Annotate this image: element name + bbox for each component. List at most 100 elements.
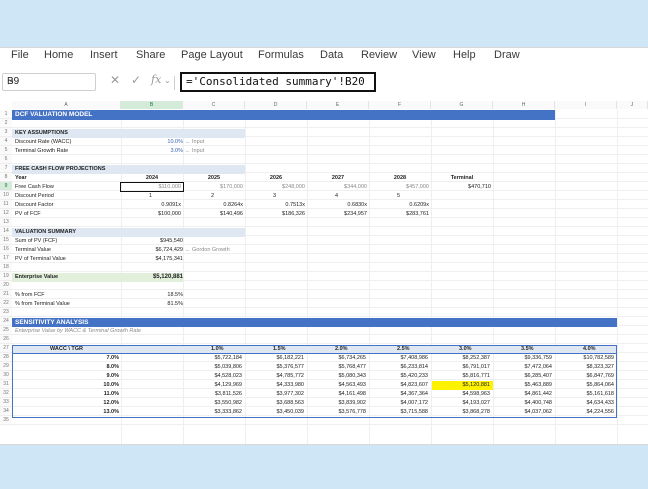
discount-period-value[interactable]: 4 — [335, 192, 338, 200]
year-header[interactable]: Terminal — [431, 174, 493, 182]
row-header-12[interactable]: 12 — [0, 209, 12, 218]
menu-view[interactable]: View — [412, 49, 436, 61]
pv-terminal-value[interactable]: $4,175,341 — [121, 255, 183, 263]
column-header-f[interactable]: F — [369, 101, 431, 109]
row-header-14[interactable]: 14 — [0, 227, 12, 236]
year-header[interactable]: 2028 — [369, 174, 431, 182]
column-header-i[interactable]: I — [555, 101, 617, 109]
row-header-1[interactable]: 1 — [0, 110, 12, 119]
function-icon[interactable]: fx — [151, 73, 161, 86]
tgr-value[interactable]: 3.0% — [121, 147, 183, 155]
year-header[interactable]: 2026 — [245, 174, 307, 182]
year-header[interactable]: 2027 — [307, 174, 369, 182]
row-header-9[interactable]: 9 — [0, 182, 12, 191]
pv-fcf-value[interactable]: $100,000 — [119, 210, 181, 218]
pct-tv-value[interactable]: 81.5% — [121, 300, 183, 308]
row-header-21[interactable]: 21 — [0, 290, 12, 299]
fcf-value[interactable]: $344,000 — [305, 183, 367, 191]
discount-factor-value[interactable]: 0.6209x — [367, 201, 429, 209]
pv-fcf-value[interactable]: $283,761 — [367, 210, 429, 218]
fcf-value[interactable]: $248,000 — [243, 183, 305, 191]
menu-review[interactable]: Review — [361, 49, 397, 61]
pv-fcf-value[interactable]: $234,957 — [305, 210, 367, 218]
row-header-10[interactable]: 10 — [0, 191, 12, 200]
row-header-17[interactable]: 17 — [0, 254, 12, 263]
row-header-35[interactable]: 35 — [0, 416, 12, 425]
row-header-26[interactable]: 26 — [0, 335, 12, 344]
enterprise-value-value[interactable]: $5,120,881 — [121, 273, 183, 281]
row-header-7[interactable]: 7 — [0, 164, 12, 173]
row-header-27[interactable]: 27 — [0, 344, 12, 353]
row-header-6[interactable]: 6 — [0, 155, 12, 164]
menu-share[interactable]: Share — [136, 49, 165, 61]
discount-period-value[interactable]: 5 — [397, 192, 400, 200]
menu-insert[interactable]: Insert — [90, 49, 118, 61]
column-header-d[interactable]: D — [245, 101, 307, 109]
discount-period-value[interactable]: 3 — [273, 192, 276, 200]
discount-rate-value[interactable]: 10.0% — [121, 138, 183, 146]
row-header-23[interactable]: 23 — [0, 308, 12, 317]
column-header-h[interactable]: H — [493, 101, 555, 109]
column-header-a[interactable]: A — [12, 101, 121, 109]
fcf-value[interactable]: $470,710 — [429, 183, 491, 191]
column-header-e[interactable]: E — [307, 101, 369, 109]
menu-home[interactable]: Home — [44, 49, 73, 61]
chevron-down-icon[interactable]: ⌄ — [7, 74, 91, 85]
row-header-8[interactable]: 8 — [0, 173, 12, 182]
column-header-b[interactable]: B — [121, 101, 183, 109]
fcf-value[interactable]: $170,000 — [181, 183, 243, 191]
menu-draw[interactable]: Draw — [494, 49, 520, 61]
column-header-j[interactable]: J — [617, 101, 648, 109]
discount-factor-value[interactable]: 0.7513x — [243, 201, 305, 209]
menu-page-layout[interactable]: Page Layout — [181, 49, 243, 61]
row-header-28[interactable]: 28 — [0, 353, 12, 362]
fcf-value[interactable]: $457,000 — [367, 183, 429, 191]
row-header-5[interactable]: 5 — [0, 146, 12, 155]
row-header-4[interactable]: 4 — [0, 137, 12, 146]
chevron-down-icon[interactable]: ⌄ — [164, 76, 171, 85]
worksheet-grid[interactable]: A B C D E F G H I J 1 2 3 4 5 6 7 8 9 10 11 12 13 14 1… — [0, 101, 648, 444]
row-header-19[interactable]: 19 — [0, 272, 12, 281]
selected-cell-b9[interactable] — [120, 182, 184, 192]
row-header-30[interactable]: 30 — [0, 371, 12, 380]
pv-fcf-value[interactable]: $140,496 — [181, 210, 243, 218]
row-header-31[interactable]: 31 — [0, 380, 12, 389]
terminal-value-value[interactable]: $6,724,429 — [121, 246, 183, 254]
discount-period-value[interactable]: 2 — [211, 192, 214, 200]
row-header-22[interactable]: 22 — [0, 299, 12, 308]
row-header-15[interactable]: 15 — [0, 236, 12, 245]
row-header-24[interactable]: 24 — [0, 317, 12, 326]
menu-help[interactable]: Help — [453, 49, 476, 61]
row-header-2[interactable]: 2 — [0, 119, 12, 128]
cancel-icon[interactable]: ✕ — [110, 73, 120, 87]
row-header-16[interactable]: 16 — [0, 245, 12, 254]
pct-fcf-value[interactable]: 18.5% — [121, 291, 183, 299]
menu-data[interactable]: Data — [320, 49, 343, 61]
row-header-33[interactable]: 33 — [0, 398, 12, 407]
enter-icon[interactable]: ✓ — [131, 73, 141, 87]
menu-formulas[interactable]: Formulas — [258, 49, 304, 61]
pv-fcf-value[interactable]: $186,326 — [243, 210, 305, 218]
row-header-29[interactable]: 29 — [0, 362, 12, 371]
discount-factor-value[interactable]: 0.6830x — [305, 201, 367, 209]
row-gridline — [12, 145, 648, 146]
discount-factor-value[interactable]: 0.8264x — [181, 201, 243, 209]
row-header-20[interactable]: 20 — [0, 281, 12, 290]
row-header-3[interactable]: 3 — [0, 128, 12, 137]
formula-input[interactable]: ='Consolidated summary'!B20 — [180, 72, 376, 92]
year-header[interactable]: 2024 — [121, 174, 183, 182]
row-header-25[interactable]: 25 — [0, 326, 12, 335]
column-header-g[interactable]: G — [431, 101, 493, 109]
menu-file[interactable]: File — [11, 49, 29, 61]
row-header-11[interactable]: 11 — [0, 200, 12, 209]
row-header-18[interactable]: 18 — [0, 263, 12, 272]
column-header-c[interactable]: C — [183, 101, 245, 109]
name-box[interactable]: B9 ⌄ — [2, 73, 96, 91]
year-header[interactable]: 2025 — [183, 174, 245, 182]
discount-period-value[interactable]: 1 — [149, 192, 152, 200]
row-header-34[interactable]: 34 — [0, 407, 12, 416]
sum-pv-value[interactable]: $945,540 — [121, 237, 183, 245]
row-header-13[interactable]: 13 — [0, 218, 12, 227]
discount-factor-value[interactable]: 0.9091x — [119, 201, 181, 209]
row-header-32[interactable]: 32 — [0, 389, 12, 398]
